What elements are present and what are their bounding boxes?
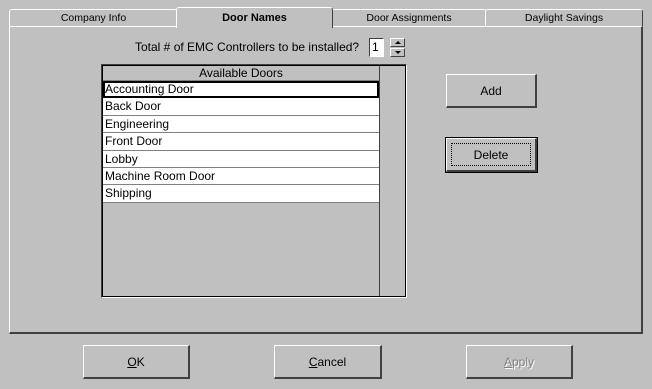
delete-button[interactable]: Delete (445, 137, 538, 173)
list-column-divider (379, 66, 380, 296)
tab-daylight-savings[interactable]: Daylight Savings (485, 9, 643, 26)
tab-company-info[interactable]: Company Info (9, 9, 178, 26)
tab-door-names[interactable]: Door Names (176, 7, 333, 28)
list-rows: Accounting Door Back Door Engineering Fr… (103, 81, 379, 203)
controllers-spinner (390, 38, 405, 57)
focus-rect (451, 143, 531, 166)
controllers-prompt: Total # of EMC Controllers to be install… (135, 40, 360, 54)
list-item[interactable]: Shipping (103, 185, 379, 203)
tab-strip: Company Info Door Names Door Assignments… (9, 7, 643, 28)
add-button[interactable]: Add (446, 74, 537, 108)
list-item[interactable]: Accounting Door (103, 81, 379, 99)
spin-up-icon[interactable] (390, 38, 405, 47)
spin-down-icon[interactable] (390, 48, 405, 57)
cancel-button[interactable]: Cancel (274, 345, 382, 379)
add-button-label: Add (480, 84, 502, 98)
list-item[interactable]: Engineering (103, 115, 379, 134)
ok-button[interactable]: OK (83, 345, 190, 379)
list-item[interactable]: Lobby (103, 150, 379, 168)
list-header: Available Doors (103, 66, 379, 81)
tab-door-assignments[interactable]: Door Assignments (331, 9, 487, 26)
list-item[interactable]: Back Door (103, 98, 379, 116)
apply-button-label: Apply (503, 355, 535, 369)
ok-button-label: OK (127, 355, 145, 369)
controllers-count-input[interactable]: 1 (369, 38, 384, 57)
available-doors-list[interactable]: Available Doors Accounting Door Back Doo… (101, 64, 407, 298)
cancel-button-label: Cancel (308, 355, 347, 369)
list-item[interactable]: Machine Room Door (103, 167, 379, 186)
apply-button[interactable]: Apply (466, 345, 573, 379)
list-item[interactable]: Front Door (103, 133, 379, 151)
